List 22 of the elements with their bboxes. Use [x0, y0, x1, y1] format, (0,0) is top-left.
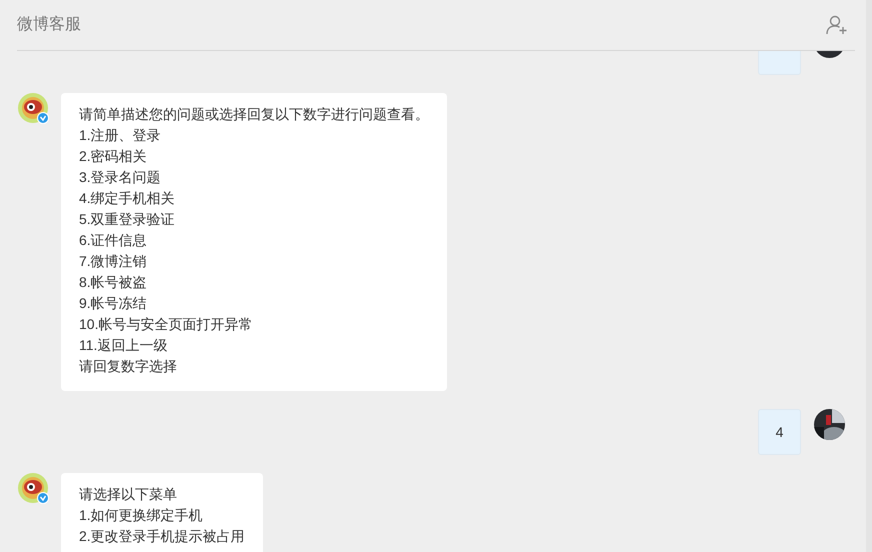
message-text: 请选择以下菜单 [79, 485, 178, 504]
message-text: 9.帐号冻结 [79, 294, 148, 313]
avatar-icon [18, 473, 51, 506]
message-text: 11.返回上一级 [79, 336, 168, 355]
message-text: 1.注册、登录 [79, 126, 162, 145]
message-text: 8.帐号被盗 [79, 273, 148, 292]
avatar-icon [18, 93, 51, 126]
message-text: 2.密码相关 [79, 147, 148, 166]
message-text: 5.双重登录验证 [79, 210, 176, 229]
message-text: 7.微博注销 [79, 252, 148, 271]
message-text: 4 [776, 422, 784, 442]
add-user-icon[interactable] [825, 14, 849, 36]
message-text: 请回复数字选择 [79, 357, 178, 376]
message-bubble [758, 51, 801, 75]
message-text: 请简单描述您的问题或选择回复以下数字进行问题查看。 [79, 105, 429, 124]
message-text: 6.证件信息 [79, 231, 148, 250]
message-text: 2.更改登录手机提示被占用 [79, 527, 245, 546]
message-text: 3.登录名问题 [79, 168, 162, 187]
message-text: 4.绑定手机相关 [79, 189, 176, 208]
message-text: 1.如何更换绑定手机 [79, 506, 204, 525]
message-text: 10.帐号与安全页面打开异常 [79, 315, 254, 334]
chat-title: 微博客服 [17, 14, 81, 35]
